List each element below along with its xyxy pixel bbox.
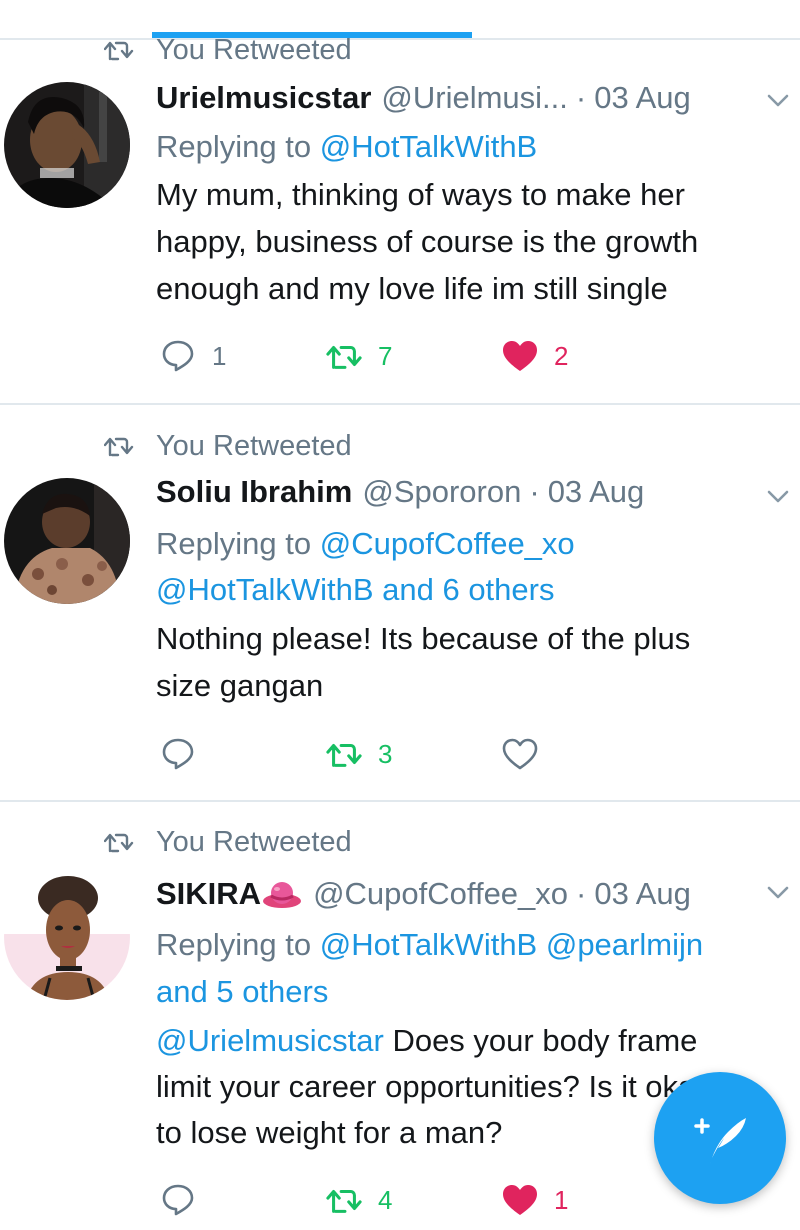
avatar[interactable] <box>4 82 130 208</box>
retweet-count: 4 <box>378 1184 393 1215</box>
retweet-count: 3 <box>378 738 393 769</box>
retweet-icon <box>100 36 138 64</box>
retweeted-indicator: You Retweeted <box>100 426 352 466</box>
tweet-text-line: My mum, thinking of ways to make her <box>156 177 685 212</box>
tweet-divider <box>0 403 800 405</box>
reply-button[interactable] <box>160 1180 212 1220</box>
replying-to: Replying to @HotTalkWithB @pearlmijn <box>156 922 703 968</box>
tweet-header: Soliu Ibrahim @Spororon · 03 Aug <box>156 470 644 514</box>
like-button[interactable]: 1 <box>502 1180 568 1220</box>
retweeted-label: You Retweeted <box>156 429 352 462</box>
tweet-divider <box>0 800 800 802</box>
avatar[interactable] <box>4 874 130 1000</box>
heart-icon <box>502 1182 538 1218</box>
display-name[interactable]: Soliu Ibrahim <box>156 474 352 510</box>
tweet-date[interactable]: 03 Aug <box>594 80 691 116</box>
retweeted-label: You Retweeted <box>156 825 352 858</box>
reply-button[interactable]: 1 <box>160 336 226 376</box>
retweet-icon <box>326 1182 362 1218</box>
retweet-icon <box>100 432 138 460</box>
tweet-text-line: size gangan <box>156 668 324 703</box>
reply-count: 1 <box>212 340 227 371</box>
retweeted-indicator: You Retweeted <box>100 822 352 862</box>
tweet-header: SIKIRA @CupofCoffee_xo · 03 Aug <box>156 872 691 916</box>
chevron-down-icon[interactable] <box>766 484 790 508</box>
retweet-icon <box>326 338 362 374</box>
mention-link[interactable]: @HotTalkWithB and 6 others <box>156 567 554 613</box>
retweet-button[interactable]: 3 <box>326 734 392 774</box>
like-count: 2 <box>554 340 569 371</box>
retweeted-indicator: You Retweeted <box>100 30 352 70</box>
retweet-count: 7 <box>378 340 393 371</box>
tweet-text-line: @Urielmusicstar Does your body frame <box>156 1018 697 1064</box>
tweet-text-line: enough and my love life im still single <box>156 271 668 306</box>
user-handle[interactable]: @Spororon <box>362 474 521 510</box>
user-handle[interactable]: @Urielmusi... <box>381 80 567 116</box>
retweet-icon <box>326 736 362 772</box>
mention-link[interactable]: and 5 others <box>156 969 328 1015</box>
timeline-page: You Retweeted Urielmusicstar @Urielmusi.… <box>0 0 800 1230</box>
mention-link[interactable]: @HotTalkWithB @pearlmijn <box>320 927 703 962</box>
display-name[interactable]: SIKIRA <box>156 876 261 912</box>
heart-icon <box>502 338 538 374</box>
tweet-text-line: to lose weight for a man? <box>156 1115 503 1150</box>
avatar[interactable] <box>4 478 130 604</box>
reply-icon <box>160 736 196 772</box>
mention-link[interactable]: @HotTalkWithB <box>320 129 538 164</box>
like-count: 1 <box>554 1184 569 1215</box>
separator-dot: · <box>529 474 540 509</box>
replying-prefix: Replying to <box>156 526 312 561</box>
tweet-date[interactable]: 03 Aug <box>548 474 645 510</box>
retweeted-label: You Retweeted <box>156 33 352 66</box>
mention-link[interactable]: @Urielmusicstar <box>156 1023 384 1058</box>
tweet-text-line: happy, business of course is the growth <box>156 224 699 259</box>
compose-tweet-icon <box>688 1106 752 1170</box>
display-name[interactable]: Urielmusicstar <box>156 80 371 116</box>
compose-tweet-button[interactable] <box>654 1072 786 1204</box>
hat-emoji-icon <box>261 879 303 909</box>
replying-prefix: Replying to <box>156 927 312 962</box>
tweet-date[interactable]: 03 Aug <box>594 876 691 912</box>
retweet-button[interactable]: 7 <box>326 336 392 376</box>
chevron-down-icon[interactable] <box>766 880 790 904</box>
mention-link[interactable]: @CupofCoffee_xo <box>320 526 575 561</box>
tweet-text: Does your body frame <box>383 1023 698 1058</box>
retweet-icon <box>100 828 138 856</box>
retweet-button[interactable]: 4 <box>326 1180 392 1220</box>
reply-icon <box>160 338 196 374</box>
tweet-text-line: Nothing please! Its because of the plus <box>156 621 691 656</box>
tweet-text-line: limit your career opportunities? Is it o… <box>156 1069 711 1104</box>
replying-to: Replying to @CupofCoffee_xo <box>156 521 575 567</box>
like-button[interactable]: 2 <box>502 336 568 376</box>
reply-button[interactable] <box>160 734 212 774</box>
separator-dot: · <box>576 876 587 911</box>
user-handle[interactable]: @CupofCoffee_xo <box>313 876 568 912</box>
tweet-header: Urielmusicstar @Urielmusi... · 03 Aug <box>156 76 691 120</box>
chevron-down-icon[interactable] <box>766 88 790 112</box>
replying-to: Replying to @HotTalkWithB <box>156 124 537 170</box>
heart-outline-icon <box>502 736 538 772</box>
reply-icon <box>160 1182 196 1218</box>
separator-dot: · <box>575 80 587 115</box>
replying-prefix: Replying to <box>156 129 312 164</box>
like-button[interactable] <box>502 734 554 774</box>
